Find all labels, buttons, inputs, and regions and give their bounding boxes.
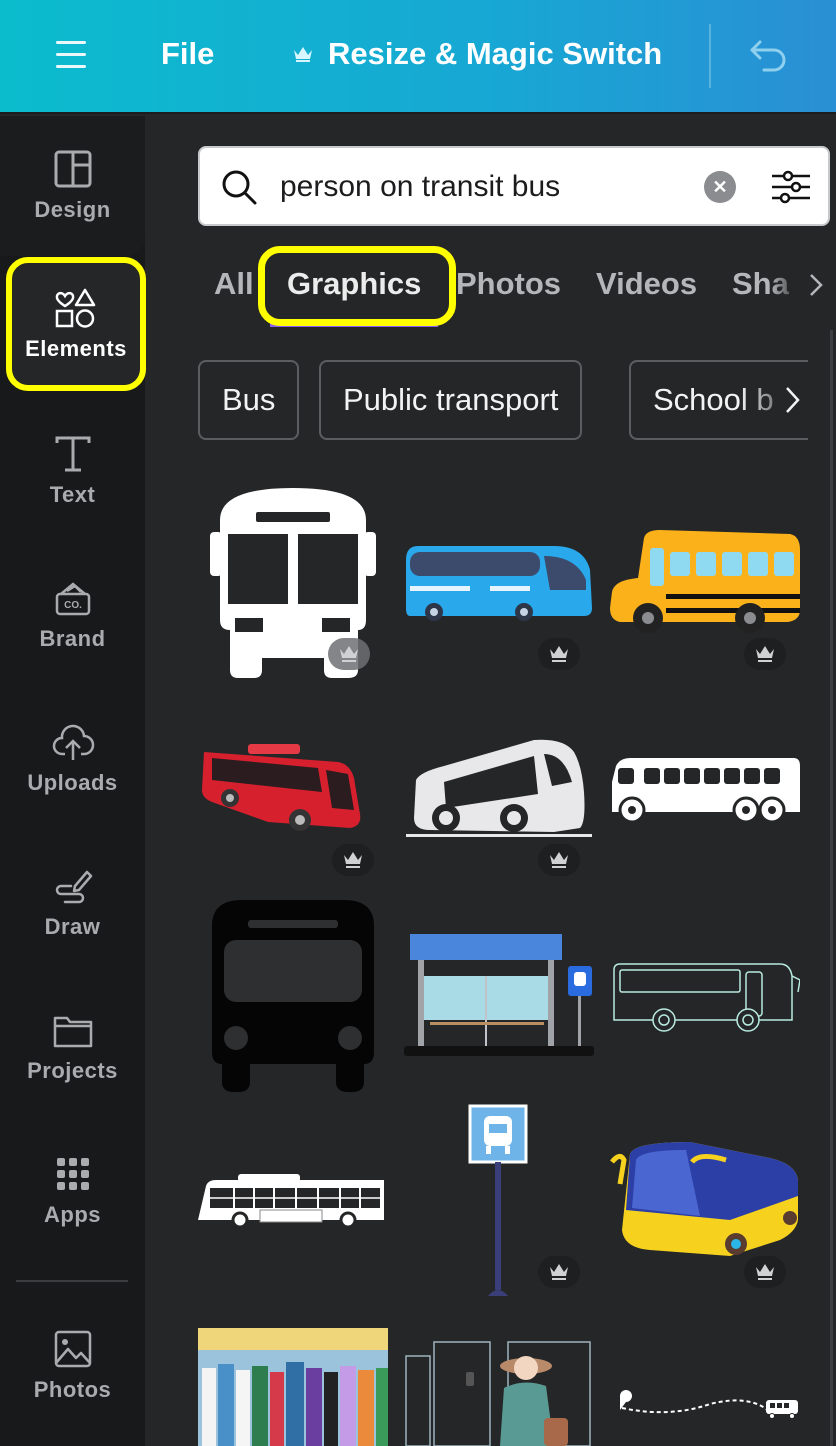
crown-icon xyxy=(756,646,774,662)
result-bus-route-map-pin[interactable] xyxy=(610,1328,800,1446)
sidebar-label: Design xyxy=(34,197,111,222)
bus-side-icon xyxy=(612,758,800,824)
premium-badge xyxy=(538,638,580,670)
sidebar-item-uploads[interactable]: Uploads xyxy=(0,693,145,823)
apps-grid-icon xyxy=(56,1158,89,1190)
premium-badge xyxy=(538,1256,580,1288)
crown-icon xyxy=(344,852,362,868)
scrollbar[interactable] xyxy=(830,330,833,1446)
sidebar-label: Draw xyxy=(44,914,101,939)
crown-icon xyxy=(550,1264,568,1280)
filter-sliders-icon[interactable] xyxy=(770,168,812,206)
resize-label: Resize & Magic Switch xyxy=(328,36,663,71)
pen-icon xyxy=(55,870,92,904)
sidebar-item-photos[interactable]: Photos xyxy=(0,1300,145,1430)
result-crowded-bus-passengers[interactable] xyxy=(198,1328,388,1446)
tab-all[interactable]: All xyxy=(214,266,254,302)
bus-stop-shelter-image xyxy=(404,934,594,1056)
result-bus-stop-shelter[interactable] xyxy=(404,896,594,1096)
crown-icon xyxy=(340,646,358,662)
result-blue-coach-bus[interactable] xyxy=(404,480,594,680)
file-menu-button[interactable]: File xyxy=(161,36,214,72)
premium-badge xyxy=(328,638,370,670)
result-bus-outline-line-art[interactable] xyxy=(610,896,800,1096)
tab-videos[interactable]: Videos xyxy=(596,266,697,302)
sidebar-item-elements[interactable]: Elements xyxy=(6,257,146,391)
svg-text:CO.: CO. xyxy=(64,600,82,611)
sidebar-item-projects[interactable]: Projects xyxy=(0,981,145,1111)
tabs-fade xyxy=(770,262,810,312)
sidebar-item-apps[interactable]: Apps xyxy=(0,1125,145,1255)
result-red-coach-bus[interactable] xyxy=(198,722,388,922)
result-white-city-bus-side[interactable] xyxy=(198,1100,388,1300)
result-black-bus-front-icon[interactable] xyxy=(198,896,388,1096)
premium-badge xyxy=(332,844,374,876)
sidebar-item-text[interactable]: Text xyxy=(0,405,145,535)
highlight-annotation xyxy=(258,246,456,326)
chip-bus[interactable]: Bus xyxy=(198,360,300,440)
layout-icon xyxy=(54,150,91,188)
search-box: ✕ xyxy=(198,146,830,226)
result-woman-with-phone-on-transit[interactable] xyxy=(404,1328,594,1446)
folder-icon xyxy=(53,1016,92,1048)
crown-icon xyxy=(294,47,312,62)
sidebar-label: Projects xyxy=(27,1058,118,1083)
sidebar-label: Photos xyxy=(33,1377,112,1402)
bus-route-image xyxy=(620,1390,798,1419)
sidebar-label: Text xyxy=(49,482,96,507)
bus-front-icon xyxy=(212,900,374,1092)
brand-icon: CO. xyxy=(55,582,90,616)
result-bus-stop-sign-pole[interactable] xyxy=(404,1100,594,1300)
text-icon xyxy=(55,436,90,472)
sidebar-label: Uploads xyxy=(27,770,118,795)
result-white-bus-front-silhouette[interactable] xyxy=(198,480,388,680)
chevron-right-icon[interactable] xyxy=(806,270,826,300)
chip-public-transport[interactable]: Public transport xyxy=(319,360,583,440)
sidebar-divider xyxy=(16,1280,128,1282)
premium-badge xyxy=(744,638,786,670)
toolbar-divider xyxy=(709,24,711,88)
city-bus-image xyxy=(198,1174,384,1229)
shapes-icon xyxy=(55,288,96,328)
bus-outline-image xyxy=(613,963,800,1032)
clear-icon[interactable]: ✕ xyxy=(704,171,736,203)
search-icon xyxy=(222,170,257,205)
chevron-right-icon[interactable] xyxy=(782,384,802,416)
sidebar-label: Apps xyxy=(44,1202,101,1227)
crown-icon xyxy=(550,646,568,662)
sidebar-item-draw[interactable]: Draw xyxy=(0,837,145,967)
tab-photos[interactable]: Photos xyxy=(456,266,561,302)
sidebar-label: Elements xyxy=(25,336,127,361)
undo-icon[interactable] xyxy=(748,36,790,76)
cloud-upload-icon xyxy=(52,724,94,760)
result-white-bus-side-icon[interactable] xyxy=(610,722,800,922)
result-white-bus-logo-sketch[interactable] xyxy=(404,722,594,922)
hamburger-icon[interactable] xyxy=(56,41,86,71)
result-yellow-school-bus[interactable] xyxy=(610,480,800,680)
resize-magic-switch-button[interactable]: Resize & Magic Switch xyxy=(292,36,662,72)
crowded-bus-image xyxy=(198,1328,388,1446)
crown-icon xyxy=(756,1264,774,1280)
top-bar: File Resize & Magic Switch xyxy=(0,0,836,114)
premium-badge xyxy=(538,844,580,876)
woman-phone-image xyxy=(405,1341,591,1446)
search-input[interactable] xyxy=(280,162,700,212)
premium-badge xyxy=(744,1256,786,1288)
sidebar-item-design[interactable]: Design xyxy=(0,120,145,250)
result-blue-yellow-cartoon-bus[interactable] xyxy=(610,1100,800,1300)
image-icon xyxy=(54,1330,91,1368)
sidebar-item-brand[interactable]: CO. Brand xyxy=(0,549,145,679)
suggestion-chips: Bus Public transport School b xyxy=(198,360,808,440)
sidebar-label: Brand xyxy=(39,626,106,651)
crown-icon xyxy=(550,852,568,868)
